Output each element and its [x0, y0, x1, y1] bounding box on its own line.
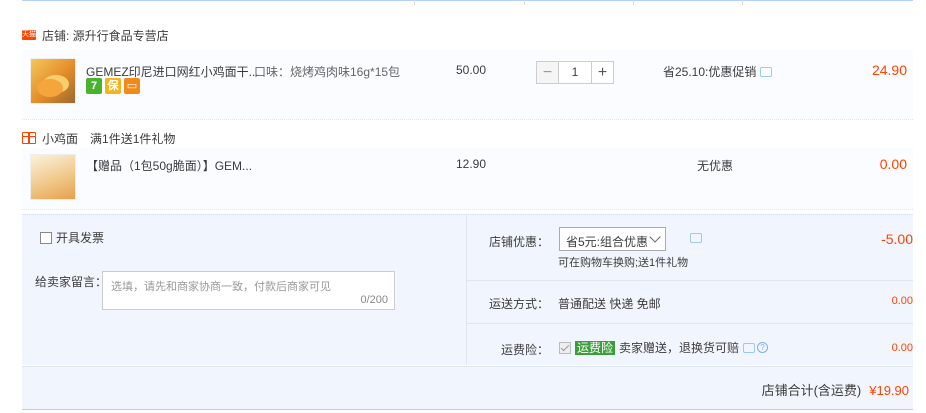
message-placeholder: 选填，请先和商家协商一致，付款后商家可见 [111, 281, 331, 293]
seller-message-input[interactable]: 选填，请先和商家协商一致，付款后商家可见 0/200 [102, 271, 395, 310]
decrease-button[interactable]: − [536, 61, 559, 84]
tmall-badge-icon: 天猫 [22, 30, 36, 40]
insurance-tag: 运费险 [575, 340, 616, 355]
quantity-input[interactable]: 1 [559, 61, 591, 84]
service-icons: 7 保 ▭ [86, 78, 140, 94]
gift-thumbnail[interactable] [30, 154, 76, 200]
char-count: 0/200 [360, 294, 388, 306]
divider [467, 280, 913, 281]
help-icon[interactable]: ? [757, 342, 769, 353]
insurance-option: 运费险 卖家赠送，退换货可赔 ? [559, 339, 769, 356]
promo-text: 省25.10:优惠促销 [663, 65, 757, 79]
shop-header: 天猫 店铺: 源升行食品专营店 [22, 24, 169, 46]
order-item: GEMEZ印尼进口网红小鸡面干... 口味：烧烤鸡肉味16g*15包 7 保 ▭… [22, 50, 913, 120]
invoice-label: 开具发票 [56, 231, 105, 245]
shipping-label: 运送方式： [489, 297, 550, 311]
shop-name[interactable]: 店铺: 源升行食品专营店 [42, 27, 169, 44]
total-label: 店铺合计(含运费) [761, 383, 862, 398]
credit-card-icon[interactable]: ▭ [124, 78, 140, 94]
gift-icon [22, 132, 36, 144]
shop-total-bar: 店铺合计(含运费) ¥19.90 [22, 366, 913, 410]
shipping-method: 普通配送 快递 免邮 [558, 297, 661, 311]
increase-button[interactable]: + [591, 61, 614, 84]
gift-promo: 无优惠 [697, 159, 734, 173]
divider [467, 323, 913, 324]
insurance-text: 卖家赠送，退换货可赔 [619, 341, 740, 355]
gift-item: 【赠品（1包50g脆面）】GEM... 12.90 无优惠 0.00 [22, 148, 913, 210]
discount-note: 可在购物车换购;送1件礼物 [558, 257, 689, 269]
chat-bubble-icon[interactable] [690, 233, 702, 243]
shop-discount-label: 店铺优惠： [489, 235, 550, 249]
chat-bubble-icon[interactable] [760, 67, 773, 77]
divider [466, 214, 467, 365]
gift-price: 12.90 [456, 157, 487, 171]
gift-rule: 满1件送1件礼物 [90, 131, 176, 146]
product-thumbnail[interactable] [30, 58, 76, 104]
gift-subtotal: 0.00 [879, 156, 907, 172]
gift-group: 小鸡面 [42, 131, 79, 146]
insurance-label: 运费险： [501, 343, 550, 357]
item-subtotal: 24.90 [871, 62, 907, 78]
message-label: 给卖家留言： [35, 275, 108, 289]
total-amount: ¥19.90 [869, 383, 909, 398]
invoice-option[interactable]: 开具发票 [36, 229, 104, 246]
seven-day-return-icon[interactable]: 7 [86, 78, 102, 94]
discount-amount: -5.00 [881, 231, 913, 247]
chat-bubble-icon[interactable] [743, 342, 756, 353]
gift-header: 小鸡面 满1件送1件礼物 [22, 128, 175, 148]
unit-price: 50.00 [456, 63, 487, 77]
shop-discount-select[interactable]: 省5元:组合优惠 [559, 227, 666, 251]
table-top-border [22, 0, 913, 5]
product-sku: 口味：烧烤鸡肉味16g*15包 [254, 65, 401, 79]
discount-selected: 省5元:组合优惠 [566, 235, 649, 249]
gift-title[interactable]: 【赠品（1包50g脆面）】GEM... [86, 157, 252, 174]
shop-total: 店铺合计(含运费) ¥19.90 [762, 380, 909, 399]
insurance-amount: 0.00 [891, 342, 913, 354]
shipping-amount: 0.00 [891, 295, 913, 307]
invoice-checkbox[interactable] [40, 232, 52, 244]
chevron-down-icon [649, 231, 661, 243]
promo-info: 省25.10:优惠促销 [663, 63, 773, 80]
guarantee-icon[interactable]: 保 [105, 78, 121, 94]
insurance-checkbox [559, 341, 571, 354]
quantity-stepper: − 1 + [536, 61, 614, 84]
